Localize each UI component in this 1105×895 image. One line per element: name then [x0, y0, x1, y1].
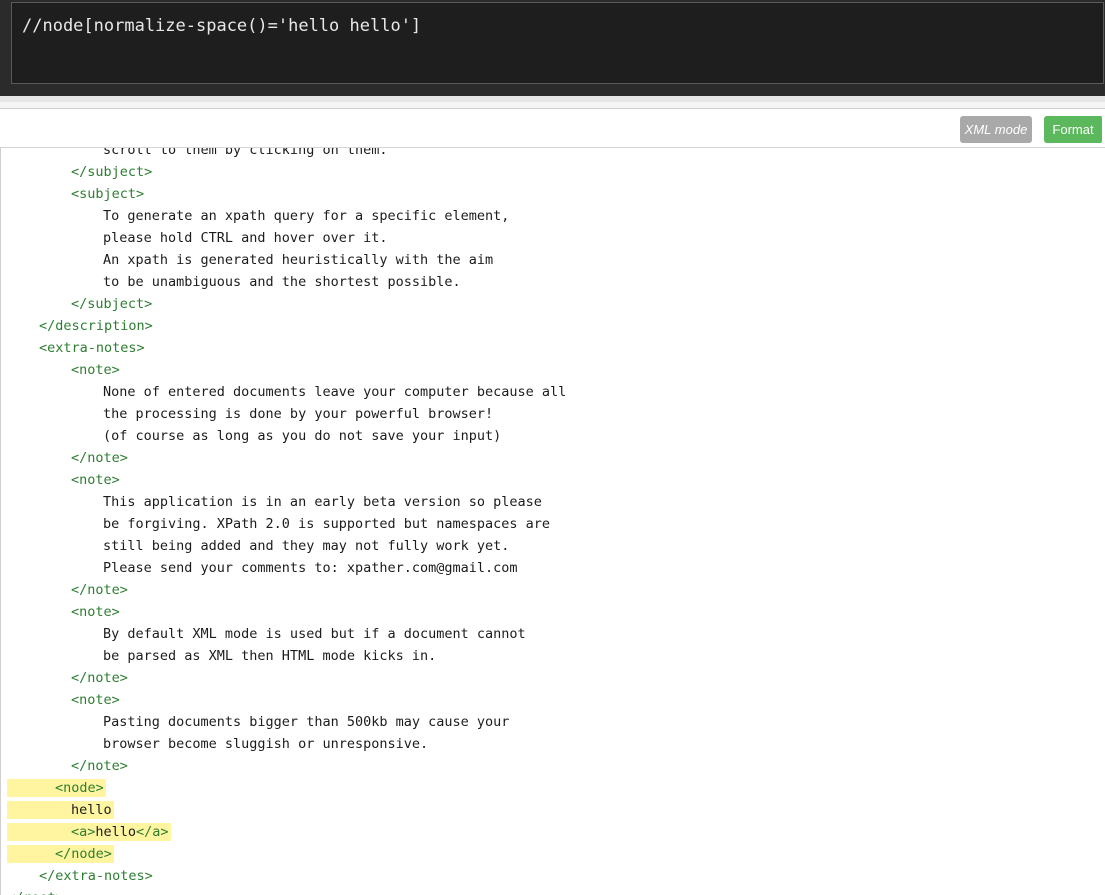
xml-tag: </root>: [7, 890, 64, 895]
editor-line: Pasting documents bigger than 500kb may …: [1, 711, 1105, 733]
xml-tag: </note>: [71, 670, 128, 686]
editor-line: (of course as long as you do not save yo…: [1, 425, 1105, 447]
format-button[interactable]: Format: [1044, 116, 1104, 143]
editor-line: scroll to them by clicking on them.: [1, 148, 1105, 161]
xml-mode-button[interactable]: XML mode: [960, 116, 1032, 143]
editor-line: By default XML mode is used but if a doc…: [1, 623, 1105, 645]
editor-line: the processing is done by your powerful …: [1, 403, 1105, 425]
xml-tag: </a>: [136, 824, 169, 840]
xml-text: to be unambiguous and the shortest possi…: [103, 274, 461, 290]
editor-line: </note>: [1, 755, 1105, 777]
xml-tag: </note>: [71, 758, 128, 774]
editor-line: be forgiving. XPath 2.0 is supported but…: [1, 513, 1105, 535]
editor-line: <a>hello</a>: [1, 821, 1105, 843]
editor-line: hello: [1, 799, 1105, 821]
editor-line: </node>: [1, 843, 1105, 865]
editor-lines: scroll to them by clicking on them. </sub…: [1, 148, 1105, 895]
editor-line: Please send your comments to: xpather.co…: [1, 557, 1105, 579]
xml-text: be parsed as XML then HTML mode kicks in…: [103, 648, 437, 664]
editor-line: <note>: [1, 359, 1105, 381]
editor-line: to be unambiguous and the shortest possi…: [1, 271, 1105, 293]
editor-line: An xpath is generated heuristically with…: [1, 249, 1105, 271]
xml-text: the processing is done by your powerful …: [103, 406, 494, 422]
xml-text: By default XML mode is used but if a doc…: [103, 626, 526, 642]
editor-line: </note>: [1, 579, 1105, 601]
xml-tag: <extra-notes>: [39, 340, 145, 356]
editor-line: To generate an xpath query for a specifi…: [1, 205, 1105, 227]
xpath-query-input[interactable]: //node[normalize-space()='hello hello']: [11, 2, 1104, 84]
xml-tag: <a>: [71, 824, 96, 840]
editor-line: </note>: [1, 667, 1105, 689]
xml-text: still being added and they may not fully…: [103, 538, 510, 554]
xml-text: hello: [95, 824, 137, 840]
xml-text: This application is in an early beta ver…: [103, 494, 542, 510]
xml-tag: <note>: [71, 604, 120, 620]
xml-text: hello: [71, 802, 112, 818]
editor-line: <node>: [1, 777, 1105, 799]
xml-tag: </extra-notes>: [39, 868, 153, 884]
editor-line: This application is in an early beta ver…: [1, 491, 1105, 513]
xml-tag: </note>: [71, 450, 128, 466]
xml-tag: </node>: [55, 846, 112, 862]
editor-line: <extra-notes>: [1, 337, 1105, 359]
editor-line: be parsed as XML then HTML mode kicks in…: [1, 645, 1105, 667]
xml-text: Pasting documents bigger than 500kb may …: [103, 714, 510, 730]
xml-tag: </description>: [39, 318, 153, 334]
editor-line: still being added and they may not fully…: [1, 535, 1105, 557]
editor-line: <note>: [1, 469, 1105, 491]
xml-tag: </note>: [71, 582, 128, 598]
xml-text: Please send your comments to: xpather.co…: [103, 560, 518, 576]
xml-text: be forgiving. XPath 2.0 is supported but…: [103, 516, 551, 532]
editor-line: <note>: [1, 689, 1105, 711]
xml-tag: <subject>: [71, 186, 145, 202]
xml-tag: </subject>: [71, 164, 153, 180]
editor-line: None of entered documents leave your com…: [1, 381, 1105, 403]
editor-line: browser become sluggish or unresponsive.: [1, 733, 1105, 755]
xml-tag: <note>: [71, 362, 120, 378]
xml-text: browser become sluggish or unresponsive.: [103, 736, 429, 752]
xml-text: (of course as long as you do not save yo…: [103, 428, 502, 444]
editor-line: </subject>: [1, 293, 1105, 315]
editor-line: </note>: [1, 447, 1105, 469]
xml-tag: <node>: [55, 780, 104, 796]
editor-toolbar: XML mode Format: [0, 109, 1105, 148]
xml-tag: <note>: [71, 472, 120, 488]
editor-line: </root>: [1, 887, 1105, 895]
xml-text: To generate an xpath query for a specifi…: [103, 208, 510, 224]
xml-text: scroll to them by clicking on them.: [103, 148, 388, 158]
xml-tag: </subject>: [71, 296, 153, 312]
xml-text: None of entered documents leave your com…: [103, 384, 567, 400]
editor-line: <subject>: [1, 183, 1105, 205]
editor-line: </subject>: [1, 161, 1105, 183]
editor-line: please hold CTRL and hover over it.: [1, 227, 1105, 249]
resize-handle[interactable]: [0, 102, 1105, 109]
xml-editor[interactable]: scroll to them by clicking on them. </sub…: [0, 148, 1105, 895]
xml-text: please hold CTRL and hover over it.: [103, 230, 388, 246]
editor-line: </description>: [1, 315, 1105, 337]
query-bar: //node[normalize-space()='hello hello']: [0, 0, 1105, 96]
xml-tag: <note>: [71, 692, 120, 708]
editor-line: </extra-notes>: [1, 865, 1105, 887]
editor-line: <note>: [1, 601, 1105, 623]
xml-text: An xpath is generated heuristically with…: [103, 252, 494, 268]
